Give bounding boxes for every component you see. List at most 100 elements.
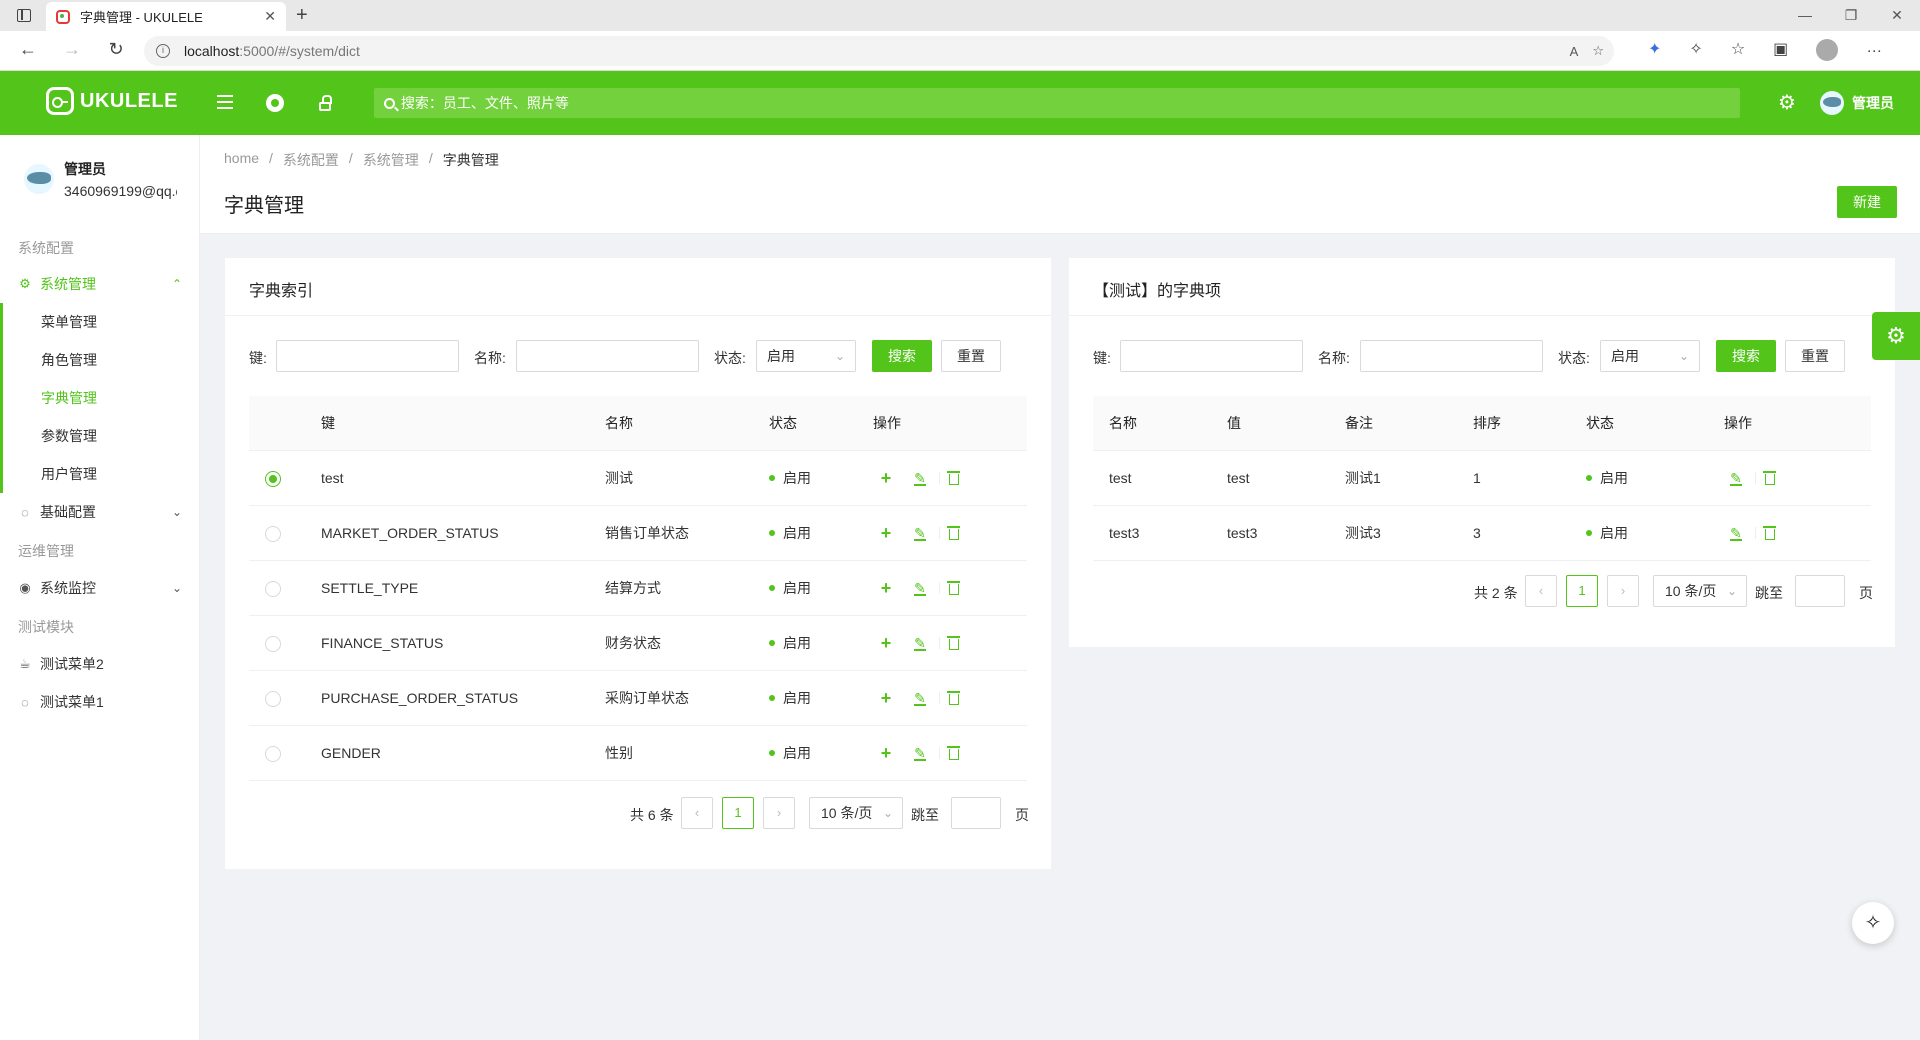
edit-icon[interactable] [911,469,929,487]
delete-icon[interactable] [945,469,963,487]
new-button[interactable]: 新建 [1837,186,1897,218]
search-button[interactable]: 搜索 [1716,340,1776,372]
menu-toggle-icon[interactable] [213,91,237,115]
delete-icon[interactable] [945,524,963,542]
pager-size-select[interactable]: 10 条/页 ⌄ [809,797,903,829]
settings-gear-icon[interactable]: ⚙ [1778,92,1796,114]
global-search-input[interactable] [400,95,1730,111]
add-child-icon[interactable]: + [877,469,895,487]
read-aloud-icon[interactable]: A [1570,44,1579,59]
breadcrumb-system-config[interactable]: 系统配置 [283,150,339,170]
address-bar[interactable]: i localhost:5000/#/system/dict A ☆ [144,36,1614,66]
add-child-icon[interactable]: + [877,744,895,762]
edit-icon[interactable] [911,579,929,597]
collections-icon[interactable]: ▣ [1773,39,1788,61]
pager-page-1[interactable]: 1 [1566,575,1598,607]
edit-icon[interactable] [911,744,929,762]
forward-icon[interactable]: → [60,39,84,60]
more-icon[interactable]: … [1866,39,1882,61]
reset-button[interactable]: 重置 [941,340,1001,372]
magic-wand-icon[interactable]: ✧ [1852,902,1894,944]
table-row[interactable]: MARKET_ORDER_STATUS 销售订单状态 启用 + [249,506,1027,561]
search-button[interactable]: 搜索 [872,340,932,372]
browser-sidebar-icon[interactable] [17,9,31,22]
new-tab-icon[interactable]: + [296,4,308,27]
extension-icon[interactable]: ✦ [1648,39,1661,61]
table-row[interactable]: PURCHASE_ORDER_STATUS 采购订单状态 启用 + [249,671,1027,726]
filter-name-input[interactable] [1360,340,1543,372]
edit-icon[interactable] [911,524,929,542]
logo[interactable]: UKULELE [46,87,178,115]
tab-close-icon[interactable]: ✕ [264,8,276,25]
edit-icon[interactable] [1727,524,1745,542]
favorites-icon[interactable]: ☆ [1731,39,1745,61]
pager-prev-button[interactable]: ‹ [1525,575,1557,607]
filter-status-select[interactable]: 启用 ⌄ [1600,340,1700,372]
row-radio[interactable] [265,746,281,762]
row-radio[interactable] [265,471,281,487]
pager-next-button[interactable]: › [763,797,795,829]
add-child-icon[interactable]: + [877,579,895,597]
back-icon[interactable]: ← [16,39,40,60]
row-radio[interactable] [265,636,281,652]
sidebar-item-basic-config[interactable]: ◌ 基础配置 ⌄ [0,493,200,531]
pager-next-button[interactable]: › [1607,575,1639,607]
delete-icon[interactable] [945,634,963,652]
lock-icon[interactable] [313,91,337,115]
pager-jump-label: 跳至 [911,807,939,823]
table-row[interactable]: GENDER 性别 启用 + [249,726,1027,781]
sidebar-item-menu-management[interactable]: 菜单管理 [3,303,200,341]
delete-icon[interactable] [945,579,963,597]
sidebar-item-test-menu2[interactable]: ☕ 测试菜单2 [0,645,200,683]
filter-name-input[interactable] [516,340,699,372]
profile-avatar-icon[interactable] [1816,39,1839,61]
edit-icon[interactable] [911,689,929,707]
table-row[interactable]: test 测试 启用 + [249,451,1027,506]
sidebar-item-param-management[interactable]: 参数管理 [3,417,200,455]
row-radio[interactable] [265,526,281,542]
breadcrumb-home[interactable]: home [224,150,259,170]
global-search[interactable] [374,88,1740,118]
filter-key-input[interactable] [276,340,459,372]
favorite-add-icon[interactable]: ☆ [1592,43,1604,59]
refresh-icon[interactable]: ↻ [104,39,128,60]
sidebar-item-test-menu1[interactable]: ◌ 测试菜单1 [0,683,200,721]
close-window-icon[interactable]: ✕ [1874,0,1920,31]
sidebar-item-system-monitor[interactable]: ◉ 系统监控 ⌄ [0,569,200,607]
sidebar-item-user-management[interactable]: 用户管理 [3,455,200,493]
theme-settings-gear-icon[interactable]: ⚙ [1872,312,1920,360]
edit-icon[interactable] [911,634,929,652]
table-row[interactable]: SETTLE_TYPE 结算方式 启用 + [249,561,1027,616]
row-radio[interactable] [265,691,281,707]
browser-tab[interactable]: 字典管理 - UKULELE ✕ [46,2,286,31]
edit-icon[interactable] [1727,469,1745,487]
delete-icon[interactable] [945,744,963,762]
extensions-puzzle-icon[interactable]: ✧ [1689,39,1702,61]
filter-key-input[interactable] [1120,340,1303,372]
breadcrumb-system-management[interactable]: 系统管理 [363,150,419,170]
pager-page-1[interactable]: 1 [722,797,754,829]
delete-icon[interactable] [1761,524,1779,542]
header-user[interactable]: 管理员 [1820,91,1894,115]
delete-icon[interactable] [945,689,963,707]
restore-icon[interactable]: ❐ [1828,0,1874,31]
pager-jump-input[interactable] [1795,575,1845,607]
add-child-icon[interactable]: + [877,524,895,542]
github-icon[interactable] [263,91,287,115]
table-row[interactable]: FINANCE_STATUS 财务状态 启用 + [249,616,1027,671]
site-info-icon[interactable]: i [156,44,170,58]
sidebar-item-system-management[interactable]: ⚙ 系统管理 ⌃ [0,265,200,303]
add-child-icon[interactable]: + [877,689,895,707]
pager-size-select[interactable]: 10 条/页 ⌄ [1653,575,1747,607]
pager-prev-button[interactable]: ‹ [681,797,713,829]
sidebar-item-dict-management[interactable]: 字典管理 [3,379,200,417]
cell-sort: 1 [1473,470,1481,486]
pager-jump-input[interactable] [951,797,1001,829]
add-child-icon[interactable]: + [877,634,895,652]
row-radio[interactable] [265,581,281,597]
filter-status-select[interactable]: 启用 ⌄ [756,340,856,372]
minimize-icon[interactable]: — [1782,0,1828,31]
reset-button[interactable]: 重置 [1785,340,1845,372]
delete-icon[interactable] [1761,469,1779,487]
sidebar-item-role-management[interactable]: 角色管理 [3,341,200,379]
